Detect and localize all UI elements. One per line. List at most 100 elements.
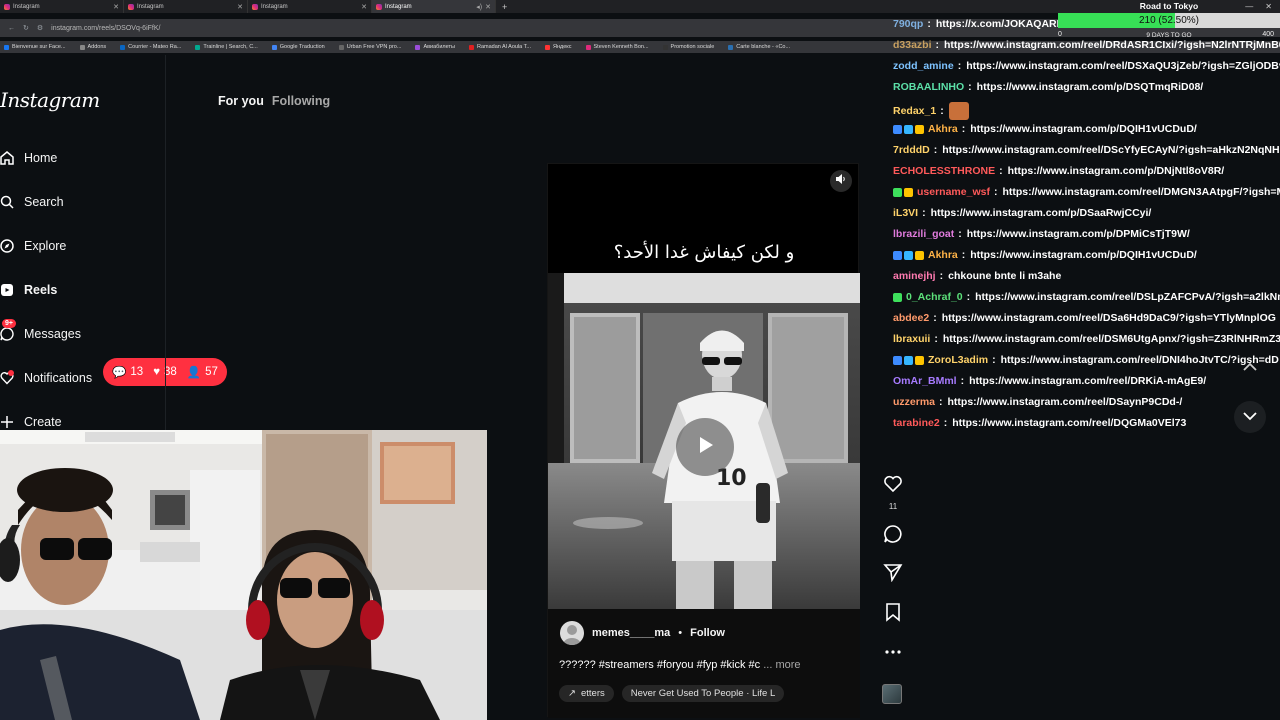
- author-username[interactable]: memes____ma: [592, 627, 670, 639]
- chat-username[interactable]: Redax_1: [893, 105, 936, 117]
- save-button[interactable]: [881, 602, 905, 627]
- like-button[interactable]: 11: [881, 474, 905, 511]
- follows-count-value: 57: [205, 366, 218, 378]
- bookmark-item[interactable]: Google Traduction: [271, 44, 325, 50]
- chat-separator: :: [993, 186, 998, 198]
- sidebar-item-label: Home: [24, 151, 58, 165]
- close-icon[interactable]: ✕: [113, 3, 119, 11]
- chat-username[interactable]: OmAr_BMml: [893, 375, 957, 387]
- follow-button[interactable]: Follow: [690, 627, 725, 639]
- audio-chip-left[interactable]: ↗ etters: [559, 685, 614, 702]
- reel-card[interactable]: و لكن كيفاش غدا الأحد؟ 10 memes____ma • …: [547, 163, 860, 718]
- bookmark-item[interactable]: Carte blanche - «Co...: [728, 44, 790, 50]
- chat-badge-icon: [904, 250, 913, 260]
- chat-message-text[interactable]: https://www.instagram.com/reel/DScYfyECA…: [942, 144, 1279, 156]
- more-link[interactable]: ... more: [763, 659, 800, 671]
- back-icon[interactable]: ←: [8, 25, 15, 32]
- bookmark-item[interactable]: Addons: [79, 44, 106, 50]
- chat-message-text[interactable]: https://www.instagram.com/reel/DSaynP9CD…: [948, 396, 1183, 408]
- close-icon[interactable]: ✕: [485, 3, 491, 11]
- instagram-logo[interactable]: Instagram: [0, 88, 100, 112]
- chat-message-text[interactable]: https://www.instagram.com/p/DPMiCsTjT9W/: [967, 228, 1190, 240]
- bookmark-favicon-icon: [195, 44, 201, 50]
- chat-message-text[interactable]: chkoune bnte li m3ahe: [948, 270, 1061, 282]
- chat-message: ROBAALINHO: https://www.instagram.com/p/D…: [893, 81, 1203, 93]
- audio-track-chip[interactable]: Never Get Used To People · Life L: [621, 685, 785, 702]
- more-options-button[interactable]: [881, 644, 905, 662]
- sidebar-item-reels[interactable]: Reels: [0, 283, 57, 297]
- chat-message-text[interactable]: https://www.instagram.com/reel/DMGN3AAtp…: [1002, 186, 1280, 198]
- chat-username[interactable]: uzzerma: [893, 396, 935, 408]
- chat-username[interactable]: Akhra: [928, 249, 958, 261]
- tab-following[interactable]: Following: [272, 94, 330, 108]
- chat-username[interactable]: abdee2: [893, 312, 929, 324]
- chat-username[interactable]: ECHOLESSTHRONE: [893, 165, 995, 177]
- chat-username[interactable]: ZoroL3adim: [928, 354, 988, 366]
- chat-username[interactable]: 0_Achraf_0: [906, 291, 963, 303]
- site-settings-icon[interactable]: ⚙: [37, 24, 43, 32]
- next-reel-button[interactable]: [1234, 401, 1266, 433]
- bookmark-item[interactable]: Bienvenue sur Face...: [4, 44, 66, 50]
- sidebar-item-notifications[interactable]: Notifications: [0, 370, 92, 385]
- chat-message-text[interactable]: https://www.instagram.com/reel/DSLpZAFCP…: [975, 291, 1280, 303]
- bookmark-item[interactable]: Urban Free VPN pro...: [338, 44, 401, 50]
- sidebar-item-search[interactable]: Search: [0, 195, 64, 209]
- close-icon[interactable]: ✕: [237, 3, 243, 11]
- chat-username[interactable]: lbrazili_goat: [893, 228, 954, 240]
- chat-message-text[interactable]: https://www.instagram.com/reel/DRKiA-mAg…: [969, 375, 1206, 387]
- chat-username[interactable]: d33azbi: [893, 39, 932, 51]
- url-text[interactable]: instagram.com/reels/DSOVq-6iFfK/: [51, 25, 160, 32]
- sidebar-item-create[interactable]: Create: [0, 415, 62, 429]
- chat-username[interactable]: aminejhj: [893, 270, 936, 282]
- bookmark-item[interactable]: Авиабилеты: [415, 44, 455, 50]
- bookmark-item[interactable]: Яндекс: [545, 44, 572, 50]
- chat-message-text[interactable]: https://www.instagram.com/reel/DNI4hoJtv…: [1001, 354, 1279, 366]
- chat-message-text[interactable]: https://www.instagram.com/reel/DSM6UtgAp…: [943, 333, 1280, 345]
- chat-message-text[interactable]: https://www.instagram.com/reel/DQGMa0VEl…: [952, 417, 1186, 429]
- feed-tabs: For you Following: [218, 94, 330, 108]
- audio-thumbnail[interactable]: [882, 684, 902, 704]
- chat-message-text[interactable]: https://www.instagram.com/p/DQIH1vUCDuD/: [970, 123, 1197, 135]
- chat-username[interactable]: 7rdddD: [893, 144, 930, 156]
- chat-message-text[interactable]: https://www.instagram.com/reel/DSa6Hd9Da…: [942, 312, 1276, 324]
- avatar[interactable]: [560, 621, 584, 645]
- chat-username[interactable]: tarabine2: [893, 417, 940, 429]
- chat-username[interactable]: iL3VI: [893, 207, 918, 219]
- chat-username[interactable]: zodd_amine: [893, 60, 954, 72]
- tab-for-you[interactable]: For you: [218, 94, 264, 108]
- reload-icon[interactable]: ↻: [23, 24, 29, 32]
- chat-message-text[interactable]: https://x.com/JOKAQARM...: [936, 18, 1074, 30]
- browser-tab-4-active[interactable]: Instagram ◂) ✕: [372, 0, 496, 13]
- close-icon[interactable]: ✕: [361, 3, 367, 11]
- play-button[interactable]: [676, 418, 734, 476]
- sidebar-item-messages[interactable]: 9+ Messages: [0, 319, 81, 341]
- speaker-icon[interactable]: ◂): [476, 3, 482, 11]
- browser-tab-3[interactable]: Instagram ✕: [248, 0, 372, 13]
- bookmark-item[interactable]: Courrier - Mateo Ra...: [120, 44, 181, 50]
- chat-message: 7rdddD: https://www.instagram.com/reel/DS…: [893, 144, 1280, 156]
- chat-username[interactable]: 790qp: [893, 18, 923, 30]
- new-tab-button[interactable]: +: [496, 2, 513, 12]
- chat-username[interactable]: lbraxuii: [893, 333, 930, 345]
- browser-tab-2[interactable]: Instagram ✕: [124, 0, 248, 13]
- bookmark-item[interactable]: Promotion sociale: [662, 44, 714, 50]
- chat-separator: :: [934, 333, 938, 345]
- chat-message-text[interactable]: https://www.instagram.com/p/DNjNtl8oV8R/: [1008, 165, 1225, 177]
- chat-message-text[interactable]: https://www.instagram.com/p/DQIH1vUCDuD/: [970, 249, 1197, 261]
- chat-message-text[interactable]: https://www.instagram.com/p/DSaaRwjCCyi/: [931, 207, 1152, 219]
- bookmark-item[interactable]: Trainline | Search, C...: [195, 44, 258, 50]
- share-button[interactable]: [881, 562, 905, 587]
- sidebar-item-home[interactable]: Home: [0, 151, 57, 165]
- comment-button[interactable]: [881, 524, 905, 549]
- bookmark-item[interactable]: Ramadan Al Aoula T...: [468, 44, 531, 50]
- browser-tab-1[interactable]: Instagram ✕: [0, 0, 124, 13]
- chat-message-text[interactable]: https://www.instagram.com/p/DSQTmqRiD08/: [977, 81, 1204, 93]
- chat-username[interactable]: Akhra: [928, 123, 958, 135]
- reel-video-frame[interactable]: 10: [548, 273, 860, 609]
- chat-username[interactable]: username_wsf: [917, 186, 990, 198]
- sidebar-item-explore[interactable]: Explore: [0, 239, 66, 253]
- chat-username[interactable]: ROBAALINHO: [893, 81, 964, 93]
- chat-message-text[interactable]: https://www.instagram.com/reel/DSXaQU3jZ…: [966, 60, 1280, 72]
- bookmark-item[interactable]: Steven Kenneth Bon...: [585, 44, 649, 50]
- mute-button[interactable]: [830, 170, 852, 192]
